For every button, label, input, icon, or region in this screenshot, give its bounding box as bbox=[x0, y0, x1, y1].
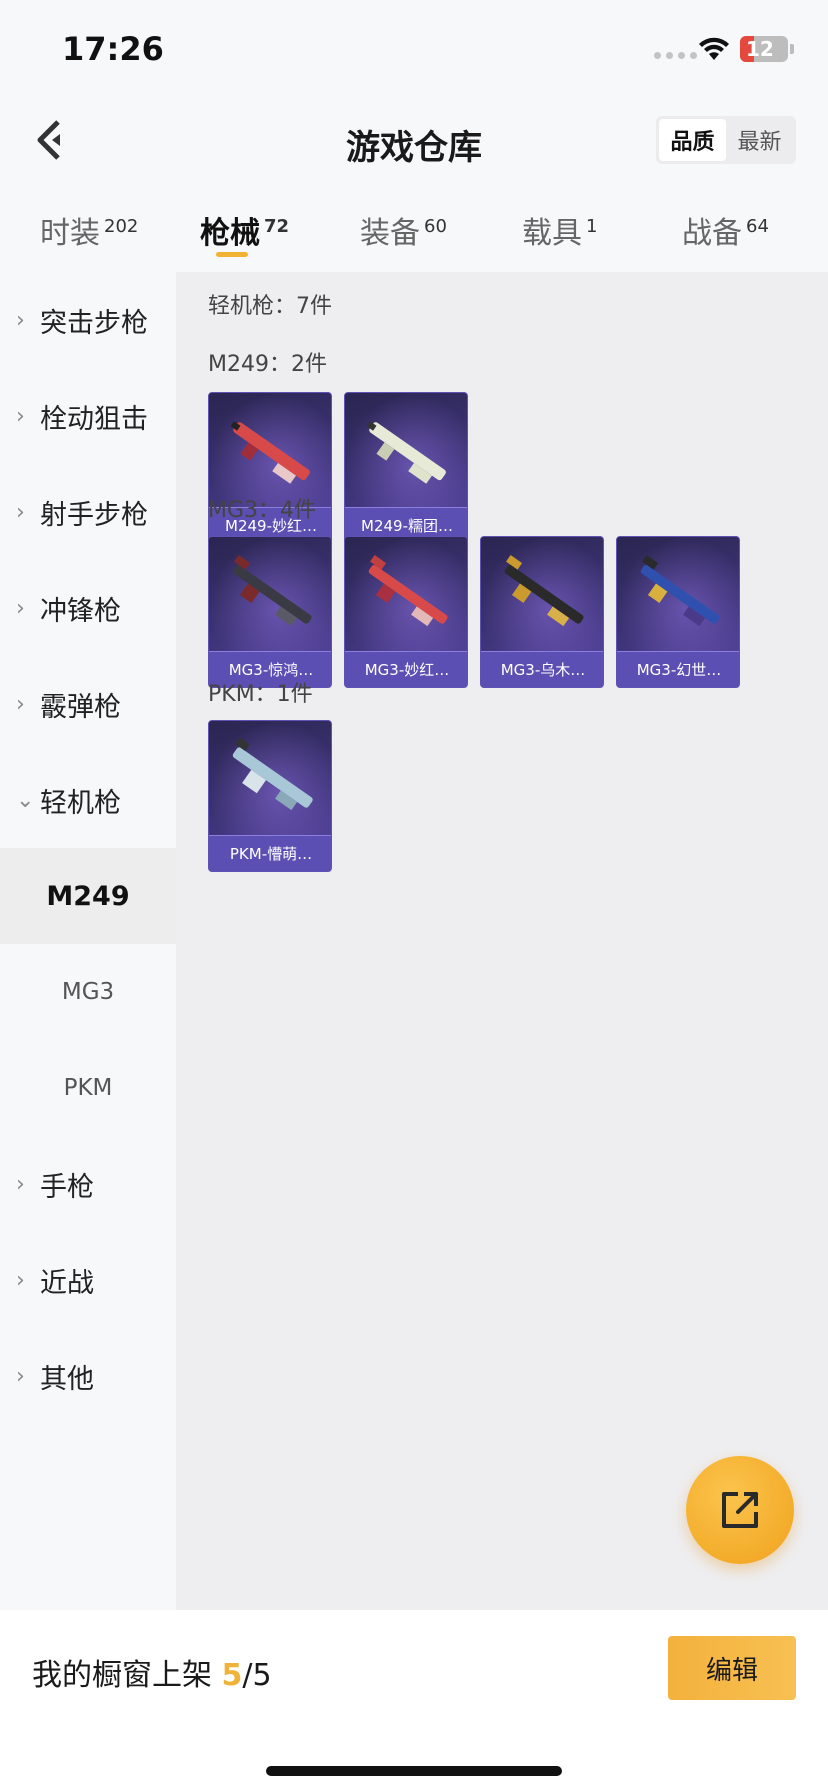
chevron-right-icon: › bbox=[16, 1267, 25, 1293]
item-name: PKM-懵萌… bbox=[209, 835, 331, 871]
sidebar-subitem-m249[interactable]: M249 bbox=[0, 848, 176, 944]
chevron-right-icon: › bbox=[16, 1171, 25, 1197]
share-icon bbox=[722, 1492, 758, 1528]
group-title-m249: M249：2件 bbox=[208, 352, 327, 377]
item-name: MG3-乌木… bbox=[481, 651, 603, 687]
item-card[interactable]: PKM-懵萌… bbox=[208, 720, 332, 872]
tab-equipment[interactable]: 装备 60 bbox=[360, 208, 447, 252]
sidebar-item-shotgun[interactable]: › 霰弹枪 bbox=[0, 656, 176, 752]
sidebar-subitem-mg3[interactable]: MG3 bbox=[0, 944, 176, 1040]
status-bar: 17:26 12 bbox=[0, 0, 828, 100]
gun-skin-image bbox=[366, 421, 446, 484]
gun-skin-image bbox=[232, 555, 312, 627]
bottom-bar: 我的橱窗上架 5/5 编辑 bbox=[0, 1610, 828, 1792]
item-name: MG3-妙红… bbox=[345, 651, 467, 687]
sort-newest-button[interactable]: 最新 bbox=[726, 119, 793, 161]
tab-fashion[interactable]: 时装 202 bbox=[40, 208, 138, 252]
item-grid: 轻机枪：7件 M249：2件 M249-妙红… M249-糯团… MG3：4件 … bbox=[176, 272, 828, 1610]
chevron-right-icon: › bbox=[16, 595, 25, 621]
tab-vehicles[interactable]: 载具 1 bbox=[522, 208, 597, 252]
home-indicator[interactable] bbox=[266, 1766, 562, 1776]
item-card[interactable]: MG3-惊鸿… bbox=[208, 536, 332, 688]
signal-icon bbox=[654, 52, 697, 59]
wifi-icon bbox=[699, 37, 729, 60]
battery-level: 12 bbox=[746, 37, 774, 61]
gun-skin-image bbox=[368, 555, 448, 627]
category-tabs: 时装 202 枪械 72 装备 60 载具 1 战备 64 bbox=[0, 190, 828, 270]
tab-supplies[interactable]: 战备 64 bbox=[682, 208, 769, 252]
sort-toggle: 品质 最新 bbox=[656, 116, 796, 164]
item-card[interactable]: MG3-乌木… bbox=[480, 536, 604, 688]
clock: 17:26 bbox=[62, 30, 164, 68]
sidebar: › 突击步枪 › 栓动狙击 › 射手步枪 › 冲锋枪 › 霰弹枪 ⌄ 轻机枪 M249 MG… bbox=[0, 272, 176, 1610]
chevron-right-icon: › bbox=[16, 403, 25, 429]
sidebar-item-bolt-sniper[interactable]: › 栓动狙击 bbox=[0, 368, 176, 464]
item-card[interactable]: M249-糯团… bbox=[344, 392, 468, 544]
gun-skin-image bbox=[230, 421, 310, 484]
gun-skin-image bbox=[640, 555, 720, 627]
group-title-pkm: PKM：1件 bbox=[208, 682, 313, 707]
sidebar-item-lmg[interactable]: ⌄ 轻机枪 bbox=[0, 752, 176, 848]
gun-skin-image bbox=[504, 555, 584, 627]
sidebar-item-assault-rifle[interactable]: › 突击步枪 bbox=[0, 272, 176, 368]
chevron-down-icon: ⌄ bbox=[16, 787, 35, 813]
sidebar-item-other[interactable]: › 其他 bbox=[0, 1328, 176, 1424]
gun-skin-image bbox=[232, 737, 313, 811]
chevron-right-icon: › bbox=[16, 307, 25, 333]
sidebar-item-smg[interactable]: › 冲锋枪 bbox=[0, 560, 176, 656]
battery-icon: 12 bbox=[740, 36, 788, 62]
share-button[interactable] bbox=[686, 1456, 794, 1564]
section-heading: 轻机枪：7件 bbox=[208, 294, 332, 319]
chevron-right-icon: › bbox=[16, 691, 25, 717]
chevron-right-icon: › bbox=[16, 1363, 25, 1389]
sidebar-item-melee[interactable]: › 近战 bbox=[0, 1232, 176, 1328]
item-card[interactable]: MG3-妙红… bbox=[344, 536, 468, 688]
chevron-right-icon: › bbox=[16, 499, 25, 525]
header: 游戏仓库 品质 最新 bbox=[0, 100, 828, 180]
tab-firearms[interactable]: 枪械 72 bbox=[200, 208, 289, 252]
showcase-status: 我的橱窗上架 5/5 bbox=[32, 1658, 272, 1693]
edit-button[interactable]: 编辑 bbox=[668, 1636, 796, 1700]
active-tab-indicator bbox=[216, 252, 248, 257]
sidebar-item-pistol[interactable]: › 手枪 bbox=[0, 1136, 176, 1232]
group-title-mg3: MG3：4件 bbox=[208, 498, 317, 523]
sort-quality-button[interactable]: 品质 bbox=[659, 119, 726, 161]
item-card[interactable]: MG3-幻世… bbox=[616, 536, 740, 688]
sidebar-subitem-pkm[interactable]: PKM bbox=[0, 1040, 176, 1136]
item-name: MG3-幻世… bbox=[617, 651, 739, 687]
sidebar-item-marksman-rifle[interactable]: › 射手步枪 bbox=[0, 464, 176, 560]
